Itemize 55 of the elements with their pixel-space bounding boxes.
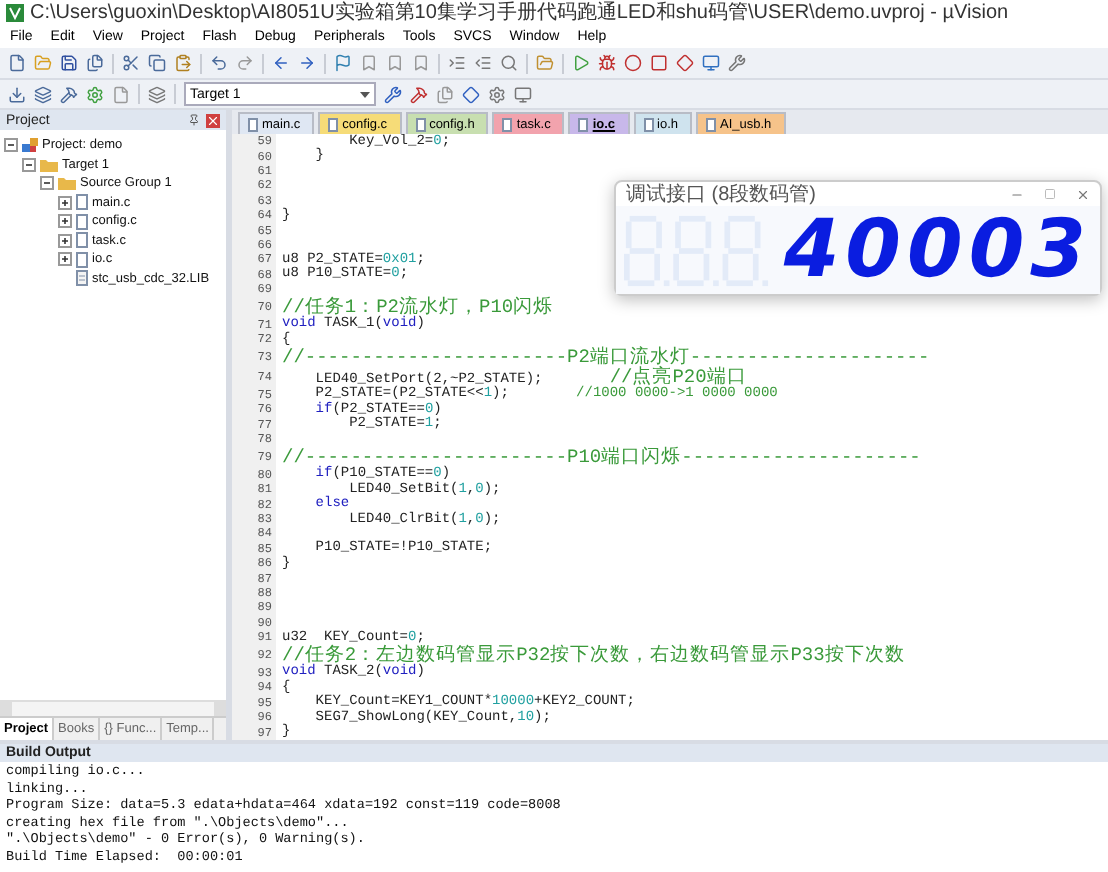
diamond-icon[interactable] [676, 54, 694, 72]
expand-toggle[interactable] [58, 195, 72, 210]
flag-icon[interactable] [334, 54, 352, 72]
code-comment: //任务2：左边数码管显示P32按下次数，右边数码管显示P33按下次数 [280, 643, 905, 666]
caret-icon [360, 91, 370, 97]
stack-icon[interactable] [148, 85, 166, 103]
save-icon[interactable] [60, 54, 78, 72]
diamond-icon[interactable] [462, 85, 480, 103]
gear-icon[interactable] [488, 85, 506, 103]
cut-icon[interactable] [122, 54, 140, 72]
redo-icon[interactable] [236, 54, 254, 72]
horizontal-scrollbar[interactable] [0, 700, 226, 716]
download-icon[interactable] [8, 85, 26, 103]
layers-icon[interactable] [34, 85, 52, 103]
close-icon[interactable] [1076, 187, 1090, 201]
segment-display-value: 40003 [783, 210, 1092, 290]
new-file-icon[interactable] [8, 54, 26, 72]
code-comment: //任务1：P2流水灯，P10闪烁 [280, 293, 554, 318]
code-comment: //-----------------------P2端口流水灯--------------------- [280, 345, 930, 368]
hammer-icon[interactable] [410, 85, 428, 103]
copy-icon[interactable] [148, 54, 166, 72]
project-icon [22, 137, 38, 154]
popup-title: 调试接口 (8段数码管) [626, 181, 816, 208]
indent-icon[interactable] [448, 54, 466, 72]
save-all-icon[interactable] [86, 54, 104, 72]
window-icon[interactable] [702, 54, 720, 72]
paste-icon[interactable] [174, 54, 192, 72]
expand-toggle[interactable] [58, 233, 72, 248]
search-icon[interactable] [500, 54, 518, 72]
outdent-icon[interactable] [474, 54, 492, 72]
file-icon[interactable] [112, 85, 130, 103]
collapse-toggle[interactable] [4, 138, 18, 153]
library-file-icon [76, 270, 88, 287]
expand-toggle[interactable] [58, 214, 72, 229]
undo-icon[interactable] [210, 54, 228, 72]
window-title: C:\Users\guoxin\Desktop\AI8051U实验箱第10集学习手册代码跑通LED和shu码管\USER\demo.uvproj - µVision [30, 1, 1009, 25]
expand-toggle[interactable] [58, 252, 72, 267]
folder-icon[interactable] [536, 54, 554, 72]
forward-icon[interactable] [298, 54, 316, 72]
pin-icon[interactable] [188, 114, 200, 126]
build-icon[interactable] [60, 85, 78, 103]
bug-icon[interactable] [598, 54, 616, 72]
stop-icon[interactable] [650, 54, 668, 72]
wrench-icon[interactable] [728, 54, 746, 72]
collapse-toggle[interactable] [40, 176, 54, 191]
files-icon[interactable] [436, 85, 454, 103]
play-icon[interactable] [572, 54, 590, 72]
code-comment: //-----------------------P10端口闪烁--------------------- [280, 443, 921, 468]
circle-icon[interactable] [624, 54, 642, 72]
monitor-icon[interactable] [514, 85, 532, 103]
wrench-icon[interactable] [384, 85, 402, 103]
collapse-toggle[interactable] [22, 157, 36, 172]
back-icon[interactable] [272, 54, 290, 72]
file-icon [248, 117, 258, 131]
settings-icon[interactable] [86, 85, 104, 103]
